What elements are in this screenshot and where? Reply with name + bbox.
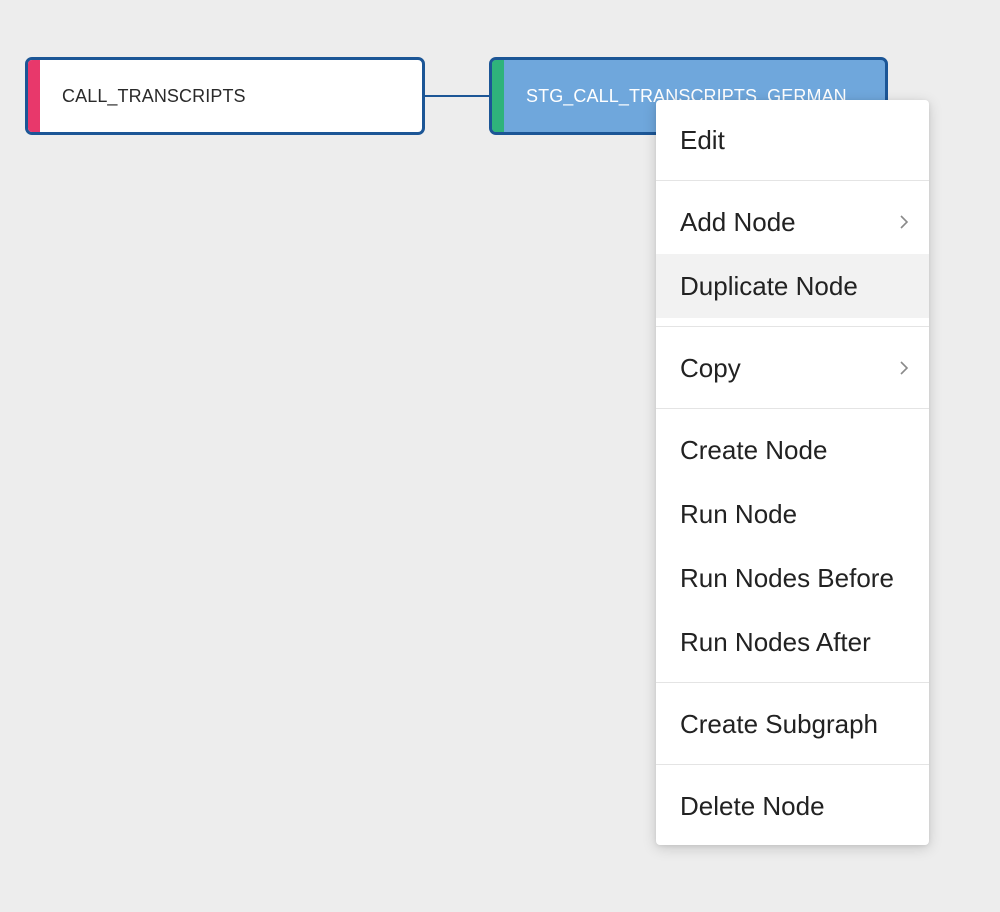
menu-item-delete-node[interactable]: Delete Node [656,774,929,838]
menu-item-run-nodes-before[interactable]: Run Nodes Before [656,546,929,610]
menu-item-create-node[interactable]: Create Node [656,418,929,482]
chevron-right-icon [897,358,911,378]
menu-item-label: Run Nodes After [680,626,871,657]
menu-divider [656,180,929,181]
menu-divider [656,326,929,327]
menu-item-add-node[interactable]: Add Node [656,190,929,254]
menu-item-label: Duplicate Node [680,270,858,301]
node-call-transcripts[interactable]: CALL_TRANSCRIPTS [25,57,425,135]
menu-item-run-node[interactable]: Run Node [656,482,929,546]
menu-item-run-nodes-after[interactable]: Run Nodes After [656,610,929,674]
menu-divider [656,764,929,765]
dag-canvas[interactable]: CALL_TRANSCRIPTS STG_CALL_TRANSCRIPTS_GE… [0,0,1000,912]
chevron-right-icon [897,212,911,232]
menu-divider [656,408,929,409]
node-label: CALL_TRANSCRIPTS [62,85,246,106]
menu-item-label: Edit [680,124,725,155]
menu-item-label: Delete Node [680,790,825,821]
edge-connector [425,95,489,97]
node-context-menu: Edit Add Node Duplicate Node Copy Create… [656,100,929,845]
menu-item-create-subgraph[interactable]: Create Subgraph [656,692,929,756]
menu-item-label: Add Node [680,206,796,237]
menu-item-label: Create Node [680,434,828,465]
menu-item-label: Run Node [680,498,798,529]
menu-item-edit[interactable]: Edit [656,108,929,172]
menu-item-label: Create Subgraph [680,708,879,739]
menu-item-label: Copy [680,352,741,383]
menu-item-duplicate-node[interactable]: Duplicate Node [656,254,929,318]
menu-item-copy[interactable]: Copy [656,336,929,400]
source-node-type-stripe [28,60,40,132]
stage-node-type-stripe [492,60,504,132]
menu-item-label: Run Nodes Before [680,562,894,593]
menu-divider [656,682,929,683]
